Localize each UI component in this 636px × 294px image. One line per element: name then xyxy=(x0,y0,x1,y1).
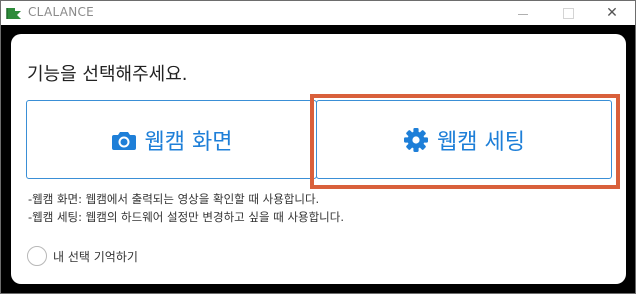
maximize-button[interactable] xyxy=(546,1,590,25)
camera-icon xyxy=(111,131,136,150)
webcam-settings-button[interactable]: 웹캠 세팅 xyxy=(316,100,612,179)
description-webcam-view: -웹캠 화면: 웹캠에서 출력되는 영상을 확인할 때 사용합니다. xyxy=(28,192,320,206)
remember-choice-radio[interactable] xyxy=(27,246,47,266)
minimize-button[interactable] xyxy=(501,1,545,25)
window-title: CLALANCE xyxy=(28,5,95,19)
app-logo-icon xyxy=(6,8,21,19)
minimize-icon xyxy=(518,13,528,15)
remember-choice-option[interactable]: 내 선택 기억하기 xyxy=(27,246,138,266)
remember-choice-label: 내 선택 기억하기 xyxy=(53,249,138,264)
maximize-icon xyxy=(562,7,574,19)
webcam-view-button[interactable]: 웹캠 화면 xyxy=(26,100,317,179)
gear-icon xyxy=(404,127,429,152)
app-window: CLALANCE ✕ 기능을 선택해주세요. 웹캠 화면 웹캠 세팅 -웹캠 화… xyxy=(0,0,636,294)
feature-select-dialog: 기능을 선택해주세요. 웹캠 화면 웹캠 세팅 -웹캠 화면: 웹캠에서 출력되… xyxy=(11,34,626,284)
webcam-view-label: 웹캠 화면 xyxy=(144,129,233,155)
close-icon: ✕ xyxy=(606,5,618,21)
dialog-prompt: 기능을 선택해주세요. xyxy=(27,64,188,85)
description-webcam-settings: -웹캠 세팅: 웹캠의 하드웨어 설정만 변경하고 싶을 때 사용합니다. xyxy=(28,210,345,224)
close-button[interactable]: ✕ xyxy=(590,1,634,25)
webcam-settings-label: 웹캠 세팅 xyxy=(437,129,525,155)
title-bar[interactable]: CLALANCE ✕ xyxy=(1,1,635,25)
